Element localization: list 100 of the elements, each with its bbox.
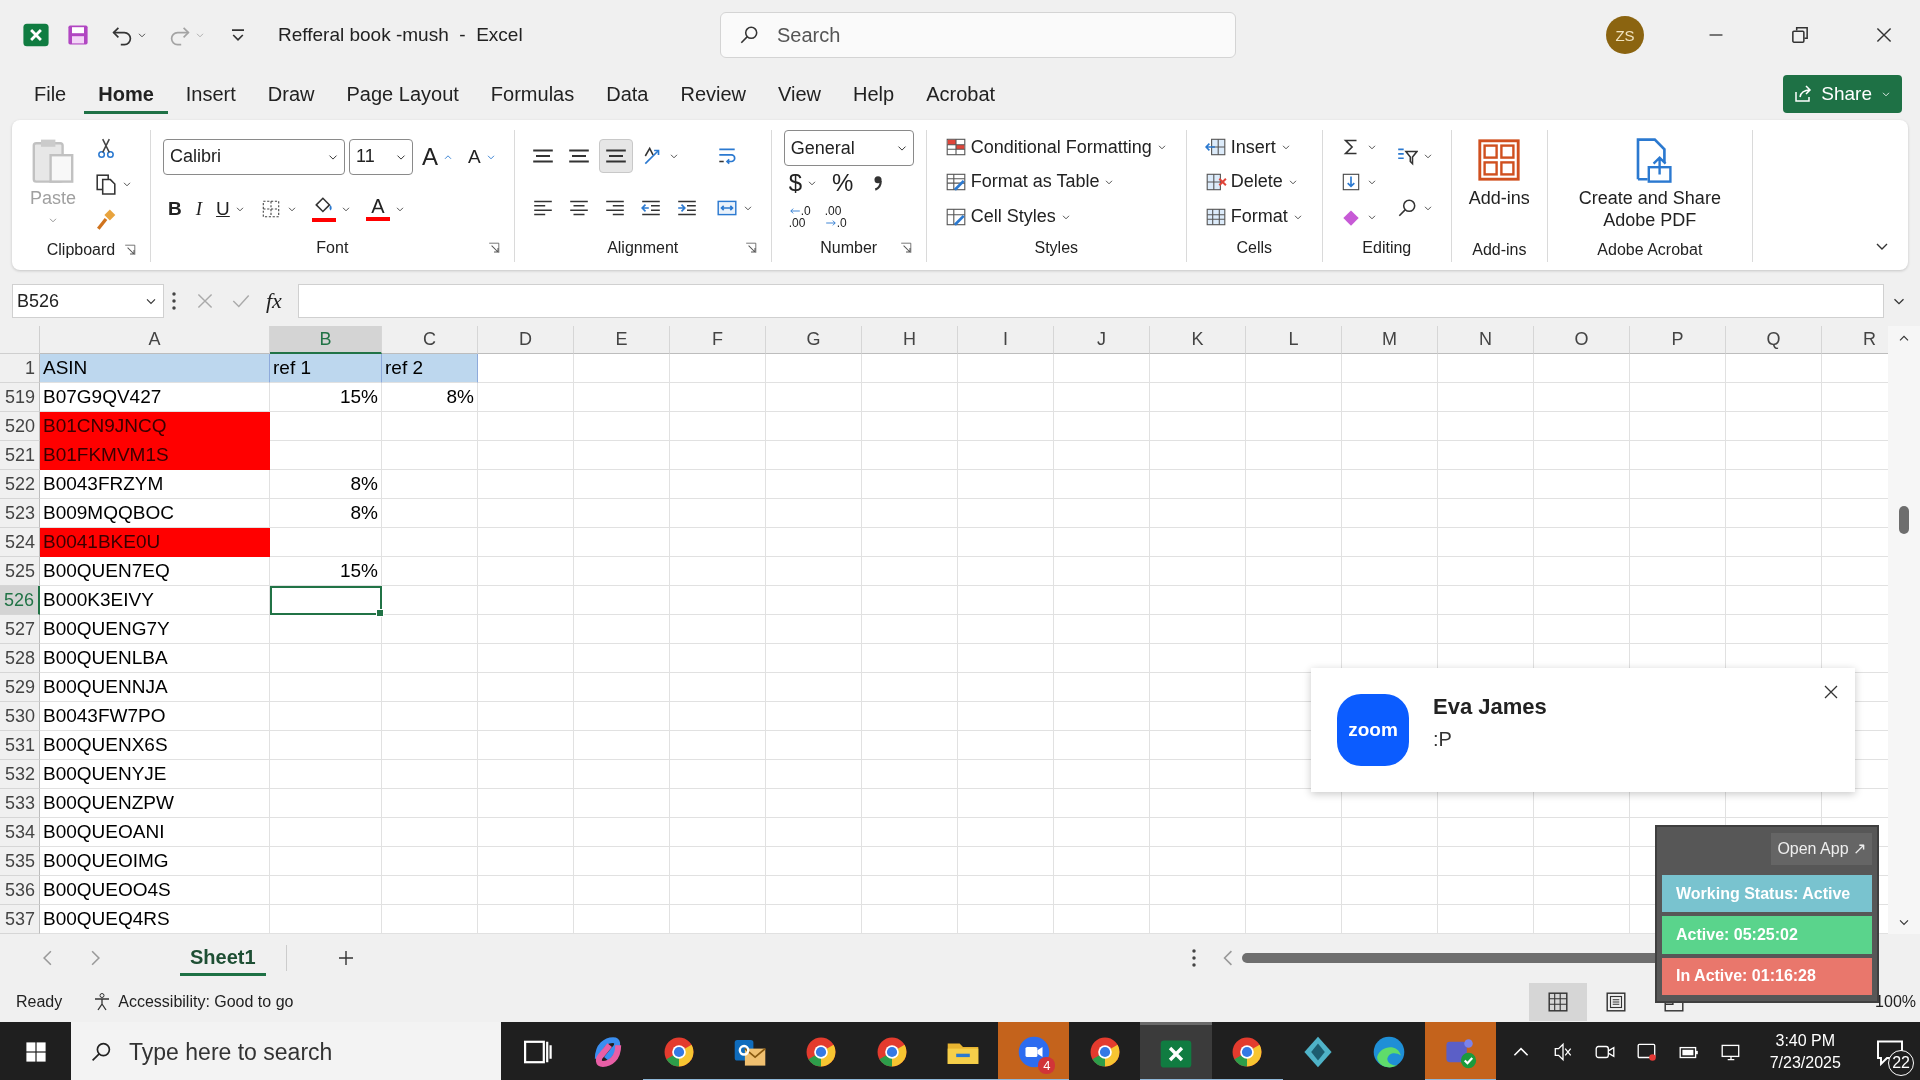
row-header[interactable]: 522	[0, 470, 40, 499]
number-format-field[interactable]: General	[783, 130, 914, 166]
insert-button[interactable]: Insert	[1198, 130, 1298, 165]
row-header[interactable]: 535	[0, 847, 40, 876]
shrink-font-button[interactable]: A	[463, 139, 502, 174]
column-header[interactable]: R	[1822, 326, 1888, 354]
column-header[interactable]: I	[958, 326, 1054, 354]
menu-tab[interactable]: Home	[84, 74, 168, 114]
column-header[interactable]: M	[1342, 326, 1438, 354]
grow-font-button[interactable]: A	[417, 139, 459, 174]
menu-tab[interactable]: Help	[839, 74, 909, 114]
font-color-button[interactable]: A	[360, 191, 411, 226]
decrease-decimal-button[interactable]: .00 .0	[819, 200, 852, 234]
share-button[interactable]: Share	[1783, 75, 1902, 113]
table-cell: B00QUEN7EQ	[40, 557, 270, 586]
conditional-formatting-button[interactable]: Conditional Formatting	[938, 130, 1174, 165]
font-size-field[interactable]: 11	[349, 138, 413, 175]
accessibility-button[interactable]: Accessibility: Good to go	[92, 992, 294, 1012]
column-header[interactable]: O	[1534, 326, 1630, 354]
formula-field[interactable]	[297, 284, 1884, 318]
row-header[interactable]: 533	[0, 789, 40, 818]
column-header[interactable]: Q	[1726, 326, 1822, 354]
open-app-button[interactable]: Open App ↗	[1771, 833, 1872, 865]
taskbar-app[interactable]: 4	[998, 1022, 1070, 1080]
column-header[interactable]: D	[478, 326, 574, 354]
menu-tab[interactable]: Insert	[171, 74, 250, 114]
table-cell: B000K3EIVY	[40, 586, 270, 615]
column-header[interactable]: L	[1246, 326, 1342, 354]
group-label: Font	[315, 239, 350, 257]
row-header[interactable]: 1	[0, 354, 40, 383]
badge: 4	[1038, 1057, 1056, 1074]
row-header[interactable]: 525	[0, 557, 40, 586]
dialog-launcher-icon[interactable]	[122, 242, 138, 258]
column-header[interactable]: K	[1150, 326, 1246, 354]
menu-tab[interactable]: Data	[592, 74, 663, 114]
format-button[interactable]: Format	[1198, 199, 1310, 234]
row-header[interactable]: 527	[0, 615, 40, 644]
menu-tab[interactable]: View	[764, 74, 836, 114]
underline-button[interactable]: U	[211, 191, 251, 226]
column-header[interactable]: J	[1054, 326, 1150, 354]
menu-tab[interactable]: Review	[666, 74, 761, 114]
row-header[interactable]: 523	[0, 499, 40, 528]
menu-tab[interactable]: Page Layout	[332, 74, 473, 114]
row-header[interactable]: 519	[0, 383, 40, 412]
delete-button[interactable]: Delete	[1198, 165, 1305, 199]
row-header[interactable]: 532	[0, 760, 40, 789]
column-header[interactable]: N	[1438, 326, 1534, 354]
row-header[interactable]: 534	[0, 818, 40, 847]
row-header[interactable]: 537	[0, 905, 40, 934]
column-header[interactable]: A	[40, 326, 270, 354]
view-button[interactable]	[1529, 983, 1588, 1021]
name-box[interactable]: B526	[12, 284, 164, 318]
column-header[interactable]: E	[574, 326, 670, 354]
row-header[interactable]: 528	[0, 644, 40, 673]
cell-styles-button[interactable]: Cell Styles	[938, 199, 1078, 234]
row-header[interactable]: 531	[0, 731, 40, 760]
clock-button[interactable]: 3:40 PM 7/23/2025	[1769, 1030, 1841, 1074]
italic-button[interactable]: I	[190, 191, 208, 226]
scrollbar-thumb[interactable]	[1899, 506, 1909, 534]
selected-cell[interactable]	[270, 586, 382, 615]
bold-button[interactable]: B	[163, 191, 187, 226]
zoom-level[interactable]: 100%	[1875, 993, 1920, 1011]
percent-button[interactable]: %	[827, 166, 859, 200]
avatar[interactable]: ZS	[1606, 16, 1644, 54]
row-header[interactable]: 520	[0, 412, 40, 441]
group-label: Styles	[1033, 239, 1080, 257]
menu-tab[interactable]: Acrobat	[912, 74, 1010, 114]
menu-tab[interactable]: Draw	[253, 74, 329, 114]
insert-function-button[interactable]: fx	[266, 288, 282, 314]
menu-tab[interactable]: File	[20, 74, 81, 114]
sheet-tab[interactable]: Sheet1	[180, 940, 266, 976]
column-header[interactable]: F	[670, 326, 766, 354]
menu-tab[interactable]: Formulas	[476, 74, 589, 114]
screen-record-icon[interactable]	[1635, 1041, 1658, 1063]
row-header[interactable]: 526	[0, 586, 40, 615]
row-header[interactable]: 536	[0, 876, 40, 905]
minimize-icon	[1709, 34, 1723, 36]
notification-button[interactable]: 22	[1860, 1022, 1920, 1080]
align-bottom-button[interactable]	[598, 139, 633, 173]
share-icon	[1793, 84, 1814, 104]
currency-button[interactable]: $	[783, 166, 824, 200]
row-header[interactable]: 521	[0, 441, 40, 470]
increase-decimal-button[interactable]: .0 .00	[783, 200, 816, 234]
video-call-icon	[1016, 1035, 1051, 1069]
column-header[interactable]: C	[382, 326, 478, 354]
add-ins-button[interactable]: Add-ins	[1463, 130, 1535, 238]
font-name-field[interactable]: Calibri	[163, 138, 345, 175]
column-header[interactable]: P	[1630, 326, 1726, 354]
row-header[interactable]: 529	[0, 673, 40, 702]
row-header[interactable]: 530	[0, 702, 40, 731]
column-header[interactable]: B	[270, 326, 382, 354]
format-as-table-button[interactable]: Format as Table	[938, 165, 1122, 199]
search-field[interactable]: Search	[720, 12, 1236, 58]
create-pdf-button[interactable]: Create and Share Adobe PDF	[1559, 130, 1740, 238]
row-header[interactable]: 524	[0, 528, 40, 557]
search-field[interactable]: Type here to search	[71, 1022, 502, 1080]
taskbar-app[interactable]	[1140, 1022, 1212, 1080]
status-row: Working Status: Active	[1662, 874, 1872, 913]
column-header[interactable]: G	[766, 326, 862, 354]
column-header[interactable]: H	[862, 326, 958, 354]
